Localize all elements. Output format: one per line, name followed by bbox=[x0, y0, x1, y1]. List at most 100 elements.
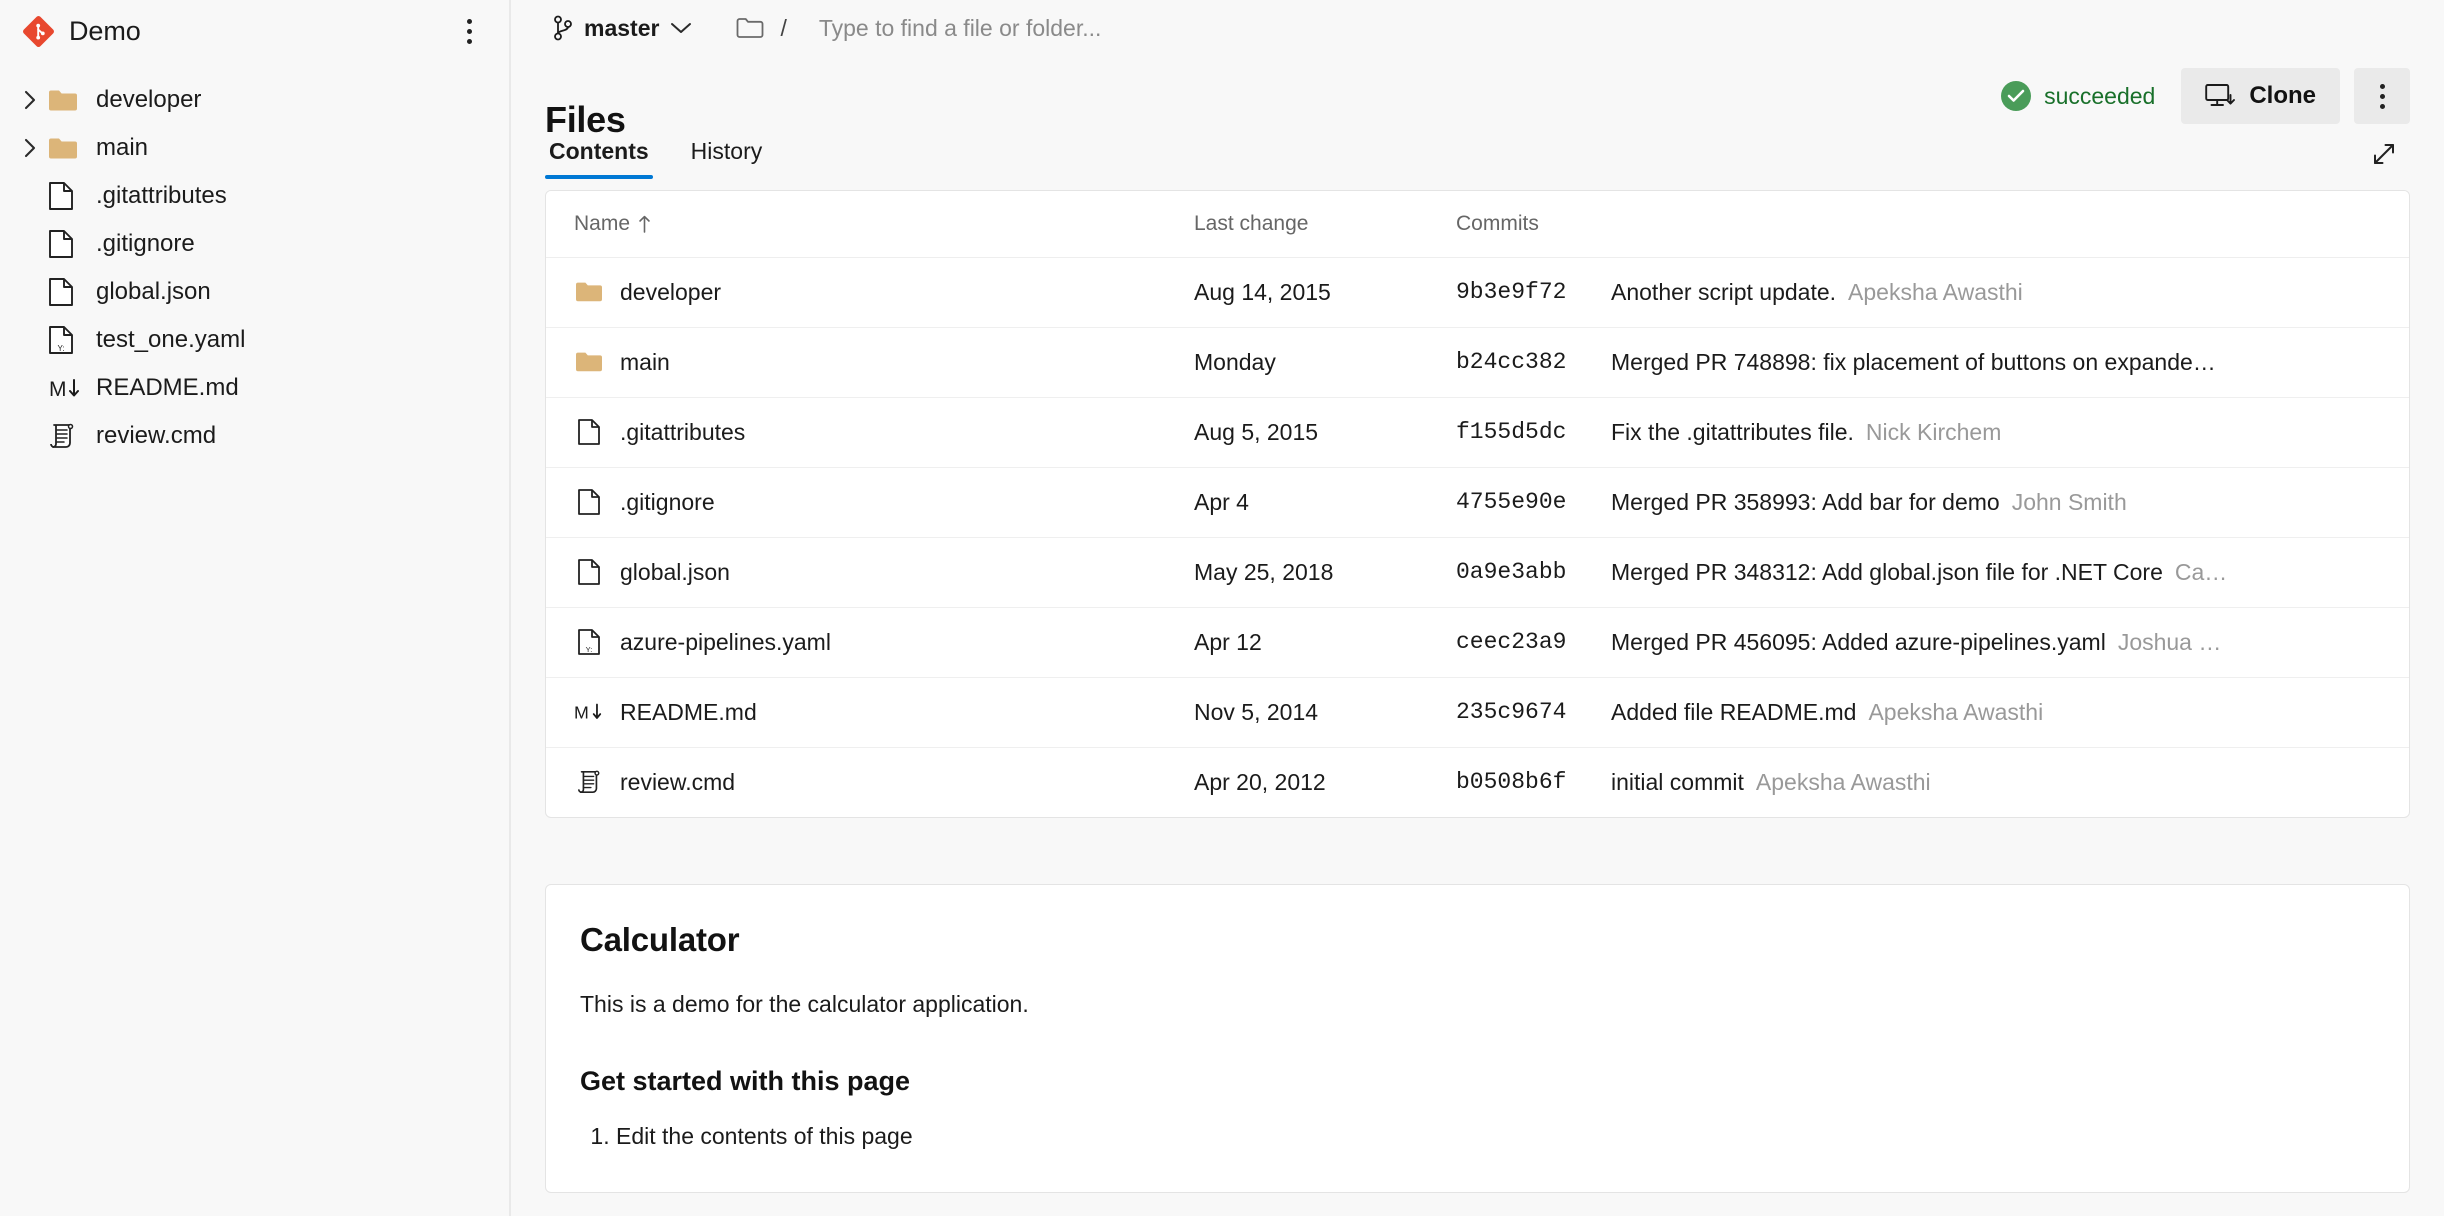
table-row[interactable]: .gitignore Apr 4 4755e90e Merged PR 3589… bbox=[546, 467, 2409, 538]
table-row[interactable]: global.json May 25, 2018 0a9e3abb Merged… bbox=[546, 537, 2409, 608]
tab-history[interactable]: History bbox=[687, 137, 767, 179]
table-row[interactable]: developer Aug 14, 2015 9b3e9f72 Another … bbox=[546, 257, 2409, 328]
cell-name[interactable]: M README.md bbox=[546, 677, 1166, 748]
tree-item-gitattributes[interactable]: .gitattributes bbox=[0, 172, 509, 220]
table-row[interactable]: review.cmd Apr 20, 2012 b0508b6f initial… bbox=[546, 747, 2409, 817]
tree-item-main[interactable]: main bbox=[0, 124, 509, 172]
cell-name[interactable]: review.cmd bbox=[546, 747, 1166, 817]
cell-commit-hash[interactable]: 0a9e3abb bbox=[1428, 537, 1583, 608]
path-breadcrumb: / bbox=[736, 13, 1437, 43]
table-row[interactable]: .gitattributes Aug 5, 2015 f155d5dc Fix … bbox=[546, 397, 2409, 468]
cell-commit-message: Merged PR 748898: fix placement of butto… bbox=[1583, 327, 2409, 398]
tree-item-test-one-yaml[interactable]: Y: test_one.yaml bbox=[0, 316, 509, 364]
tree-item-gitignore[interactable]: .gitignore bbox=[0, 220, 509, 268]
table-row[interactable]: Y: azure-pipelines.yaml Apr 12 ceec23a9 … bbox=[546, 607, 2409, 678]
readme-subheading: Get started with this page bbox=[580, 1066, 911, 1096]
folder-icon bbox=[48, 88, 86, 112]
kebab-dot bbox=[466, 28, 472, 34]
yaml-file-icon: Y: bbox=[48, 325, 86, 355]
cell-commit-hash[interactable]: 9b3e9f72 bbox=[1428, 257, 1583, 328]
column-header-name[interactable]: Name bbox=[546, 191, 1166, 258]
cell-last-change: Nov 5, 2014 bbox=[1166, 677, 1428, 748]
cell-commit-hash[interactable]: 4755e90e bbox=[1428, 467, 1583, 538]
commit-author-name: John Smith bbox=[2011, 488, 2127, 515]
markdown-icon: M bbox=[48, 375, 86, 401]
clone-download-icon bbox=[2205, 83, 2236, 109]
chevron-right-icon[interactable] bbox=[14, 89, 48, 111]
more-actions-button[interactable] bbox=[2354, 68, 2410, 124]
commit-author-name: Nick Kirchem bbox=[1865, 418, 2002, 445]
file-name-label: review.cmd bbox=[620, 768, 736, 795]
folder-outline-icon[interactable] bbox=[736, 16, 764, 40]
branch-name-label: master bbox=[584, 14, 660, 41]
tree-item-developer[interactable]: developer bbox=[0, 76, 509, 124]
file-name-label: azure-pipelines.yaml bbox=[620, 628, 831, 655]
branch-selector[interactable]: master bbox=[545, 9, 700, 48]
cell-name[interactable]: developer bbox=[546, 257, 1166, 328]
cell-commit-message: Another script update. Apeksha Awasthi bbox=[1583, 257, 2409, 328]
repository-sidebar: Demo developer main .gitattributes .giti… bbox=[0, 0, 511, 1216]
file-name-label: global.json bbox=[620, 558, 730, 585]
cell-commit-message: initial commit Apeksha Awasthi bbox=[1583, 747, 2409, 817]
sidebar-more-menu-button[interactable] bbox=[451, 11, 487, 51]
kebab-dot bbox=[2379, 83, 2385, 89]
column-header-name-label: Name bbox=[574, 211, 631, 235]
commit-author-name: Apeksha Awasthi bbox=[1868, 698, 2044, 725]
yaml-file-icon: Y: bbox=[574, 628, 604, 656]
file-icon bbox=[574, 558, 604, 586]
tree-item-label: main bbox=[96, 134, 149, 161]
commit-author-name: Apeksha Awasthi bbox=[1848, 278, 2023, 305]
tree-item-review-cmd[interactable]: review.cmd bbox=[0, 412, 509, 460]
tree-item-global-json[interactable]: global.json bbox=[0, 268, 509, 316]
tree-item-label: test_one.yaml bbox=[96, 326, 246, 353]
cell-commit-hash[interactable]: f155d5dc bbox=[1428, 397, 1583, 468]
cell-last-change: Aug 14, 2015 bbox=[1166, 257, 1428, 328]
check-circle-icon bbox=[2001, 81, 2032, 111]
cell-name[interactable]: main bbox=[546, 327, 1166, 398]
markdown-icon: M bbox=[574, 700, 604, 724]
cell-last-change: Apr 20, 2012 bbox=[1194, 768, 1326, 795]
commit-message-text: Merged PR 456095: Added azure-pipelines.… bbox=[1611, 628, 2106, 655]
table-row[interactable]: M README.md Nov 5, 2014 235c9674 Added f… bbox=[546, 677, 2409, 748]
svg-text:M: M bbox=[49, 378, 67, 401]
tab-contents[interactable]: Contents bbox=[545, 137, 653, 179]
column-header-commits[interactable]: Commits bbox=[1428, 191, 1583, 258]
kebab-dot bbox=[466, 18, 472, 24]
cell-name[interactable]: Y: azure-pipelines.yaml bbox=[546, 607, 1166, 678]
cell-commit-message: Merged PR 348312: Add global.json file f… bbox=[1583, 537, 2409, 608]
file-icon bbox=[48, 229, 86, 259]
sort-ascending-arrow-icon bbox=[638, 215, 651, 233]
build-status-badge[interactable]: succeeded bbox=[2001, 81, 2155, 111]
clone-button-label: Clone bbox=[2249, 82, 2316, 109]
cell-name[interactable]: .gitattributes bbox=[546, 397, 1166, 468]
tree-item-label: global.json bbox=[96, 278, 211, 305]
cell-commit-hash[interactable]: b0508b6f bbox=[1428, 747, 1583, 817]
table-row[interactable]: main Monday b24cc382 Merged PR 748898: f… bbox=[546, 327, 2409, 398]
find-file-input[interactable] bbox=[816, 13, 1437, 43]
cell-last-change: Apr 4 bbox=[1166, 467, 1428, 538]
chevron-right-icon[interactable] bbox=[14, 137, 48, 159]
commit-message-text: Fix the .gitattributes file. bbox=[1611, 418, 1854, 445]
breadcrumb-bar: master / bbox=[511, 0, 2444, 56]
cell-name[interactable]: global.json bbox=[546, 537, 1166, 608]
file-name-label: .gitignore bbox=[620, 488, 715, 515]
readme-ordered-list: Edit the contents of this page bbox=[580, 1123, 2375, 1150]
file-icon bbox=[48, 181, 86, 211]
build-status-label: succeeded bbox=[2044, 82, 2156, 109]
clone-button[interactable]: Clone bbox=[2181, 68, 2340, 124]
chevron-down-icon[interactable] bbox=[670, 21, 692, 35]
cell-name[interactable]: .gitignore bbox=[546, 467, 1166, 538]
svg-text:Y:: Y: bbox=[586, 645, 593, 654]
cell-commit-hash[interactable]: ceec23a9 bbox=[1428, 607, 1583, 678]
app-root: Demo developer main .gitattributes .giti… bbox=[0, 0, 2444, 1216]
commit-message-text: Merged PR 348312: Add global.json file f… bbox=[1611, 558, 2163, 585]
tree-item-readme-md[interactable]: M README.md bbox=[0, 364, 509, 412]
cell-last-change: Aug 5, 2015 bbox=[1166, 397, 1428, 468]
cell-commit-hash[interactable]: b24cc382 bbox=[1428, 327, 1583, 398]
readme-preview-card: Calculator This is a demo for the calcul… bbox=[545, 884, 2410, 1193]
column-header-last-change[interactable]: Last change bbox=[1166, 191, 1428, 258]
kebab-menu-icon bbox=[2379, 83, 2385, 109]
svg-text:M: M bbox=[574, 703, 589, 723]
cell-commit-hash[interactable]: 235c9674 bbox=[1428, 677, 1583, 748]
expand-view-button[interactable] bbox=[2358, 128, 2410, 180]
